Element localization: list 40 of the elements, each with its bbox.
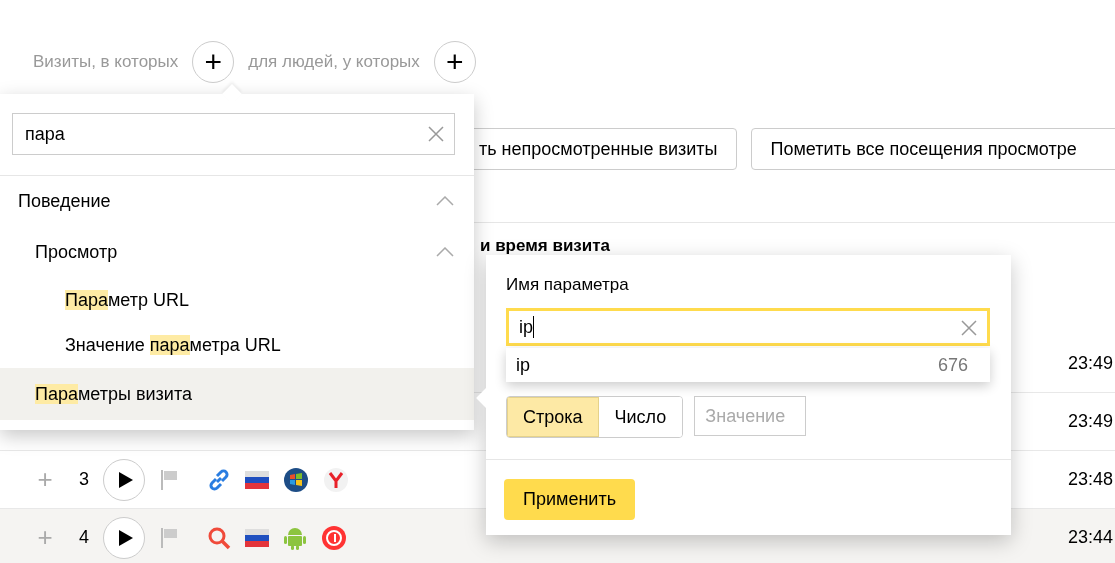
apply-button[interactable]: Применить xyxy=(504,479,635,520)
play-icon xyxy=(118,470,134,489)
play-button[interactable] xyxy=(103,458,145,501)
russia-flag-icon xyxy=(245,528,269,547)
menu-item[interactable]: Значение параметра URL xyxy=(0,323,474,368)
russia-flag-icon xyxy=(245,470,269,489)
visit-time: 23:49 xyxy=(1068,411,1115,432)
row-number: 4 xyxy=(79,527,90,548)
filter-label: для людей, у которых xyxy=(248,52,420,72)
add-condition-button[interactable]: + xyxy=(433,41,476,83)
flag-icon[interactable] xyxy=(159,468,179,491)
row-number: 3 xyxy=(79,469,90,490)
column-header: и время визита xyxy=(480,236,611,255)
windows-icon xyxy=(283,466,309,493)
suggestion-item[interactable]: ip 676 xyxy=(506,348,990,382)
parameter-input[interactable]: ip xyxy=(506,308,990,346)
browser-icon xyxy=(323,466,349,493)
visit-time: 23:49 xyxy=(1068,353,1115,374)
clear-icon[interactable] xyxy=(428,126,444,142)
search-field[interactable]: пара xyxy=(12,113,455,155)
filter-label: Визиты, в которых xyxy=(33,52,179,72)
flag-icon[interactable] xyxy=(159,526,179,549)
link-icon xyxy=(207,467,231,492)
type-toggle[interactable]: Строка xyxy=(507,397,599,437)
magnifier-icon xyxy=(207,525,231,550)
clear-icon[interactable] xyxy=(961,320,977,336)
play-button[interactable] xyxy=(103,516,145,559)
field-label: Имя параметра xyxy=(506,275,630,295)
browser-icon xyxy=(321,524,347,551)
action-button[interactable]: Пометить все посещения просмотре xyxy=(750,128,1115,170)
chevron-up-icon xyxy=(436,196,454,206)
visit-time: 23:44 xyxy=(1068,527,1115,548)
menu-item[interactable]: Параметры визита xyxy=(0,368,474,420)
add-condition-button[interactable]: + xyxy=(192,41,235,83)
menu-item[interactable]: Параметр URL xyxy=(0,278,474,323)
menu-item[interactable]: Просмотр xyxy=(0,226,474,278)
chevron-up-icon xyxy=(436,247,454,257)
play-icon xyxy=(118,528,134,547)
visit-time: 23:48 xyxy=(1068,469,1115,490)
menu-item[interactable]: Поведение xyxy=(0,176,474,226)
